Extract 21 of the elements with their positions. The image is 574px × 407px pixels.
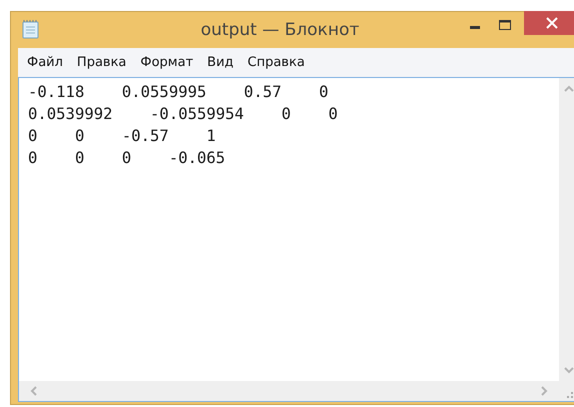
close-button[interactable] — [524, 11, 574, 35]
text-area[interactable]: -0.118 0.0559995 0.57 0 0.0539992 -0.0559954 0 0 0 0 -0.57 1 0 0 0 -0.065 — [18, 77, 574, 402]
window-title: output — Блокнот — [200, 20, 360, 40]
horizontal-scrollbar[interactable] — [19, 381, 559, 401]
menu-item[interactable]: Формат — [133, 53, 200, 72]
vertical-scrollbar[interactable] — [559, 78, 574, 381]
text-line: 0 0 -0.57 1 — [28, 126, 217, 147]
scroll-left-icon[interactable] — [29, 385, 37, 397]
notepad-icon — [22, 19, 40, 39]
maximize-icon — [498, 19, 512, 31]
close-icon — [545, 17, 559, 29]
text-line: -0.118 0.0559995 0.57 0 — [28, 82, 330, 103]
scroll-up-icon[interactable] — [563, 84, 574, 92]
scroll-down-icon[interactable] — [563, 367, 574, 375]
text-line: 0.0539992 -0.0559954 0 0 — [28, 104, 339, 125]
menu-item[interactable]: Справка — [240, 53, 312, 72]
menu-item[interactable]: Файл — [20, 53, 70, 72]
menu-item[interactable]: Правка — [70, 53, 134, 72]
menu-item[interactable]: Вид — [200, 53, 241, 72]
text-line: 0 0 0 -0.065 — [28, 148, 226, 169]
scroll-right-icon[interactable] — [541, 385, 549, 397]
